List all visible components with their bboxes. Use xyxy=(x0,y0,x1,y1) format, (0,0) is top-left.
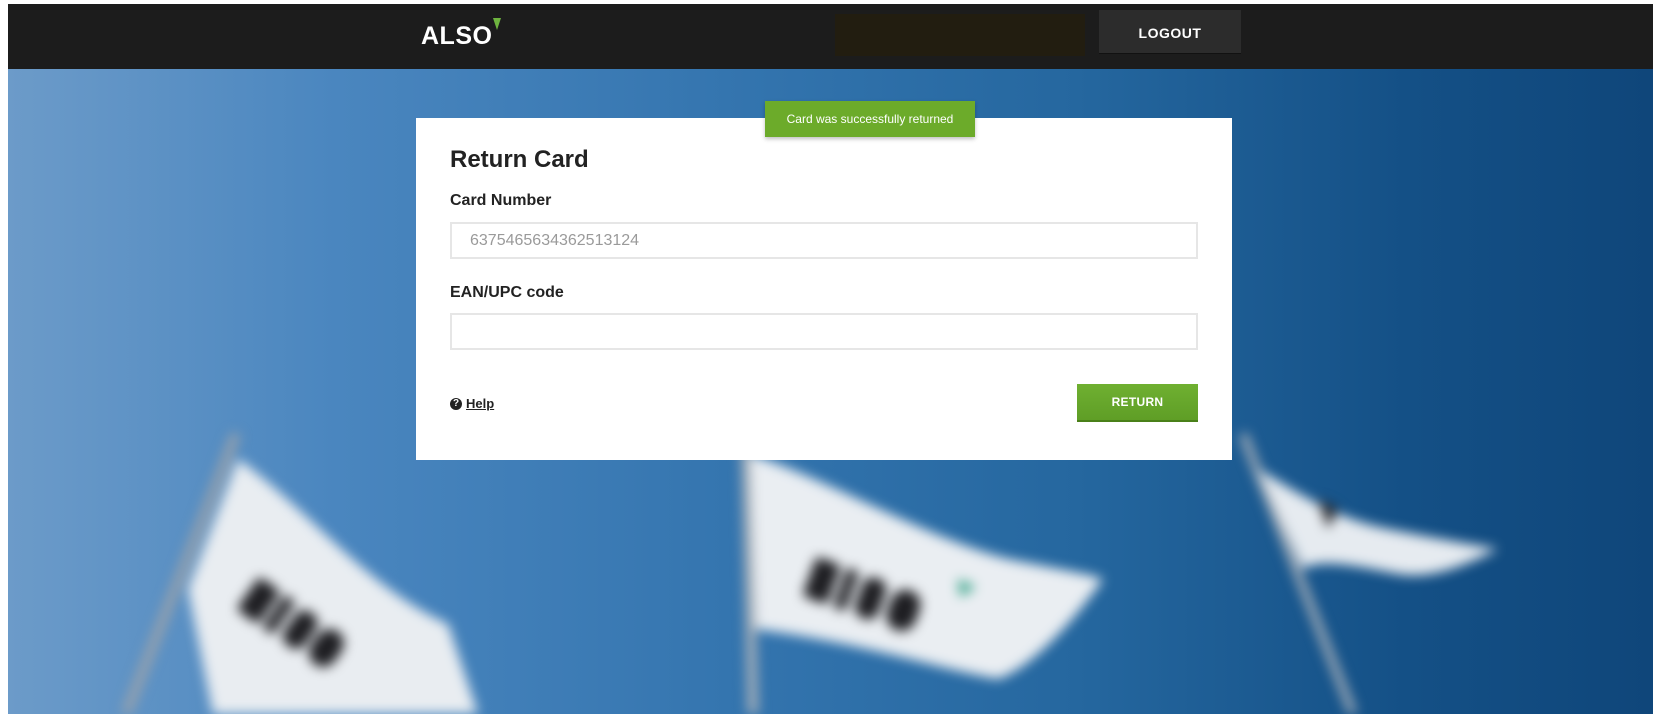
triangle-logo-icon xyxy=(493,18,502,30)
also-logo[interactable]: ALSO xyxy=(421,18,502,54)
success-notification: Card was successfully returned xyxy=(765,101,975,137)
logo-text: ALSO xyxy=(421,22,493,50)
card-number-input[interactable] xyxy=(450,222,1198,259)
help-link-group[interactable]: ? Help xyxy=(450,396,494,411)
top-navigation-bar: ALSO LOGOUT xyxy=(8,4,1653,69)
logout-button[interactable]: LOGOUT xyxy=(1099,10,1241,54)
ean-upc-input[interactable] xyxy=(450,313,1198,350)
page-title: Return Card xyxy=(450,146,589,173)
card-number-label: Card Number xyxy=(450,192,552,209)
app-frame: ALSO LOGOUT Card was successfully return… xyxy=(8,4,1653,714)
help-link[interactable]: Help xyxy=(466,396,494,411)
user-info-box xyxy=(835,14,1085,56)
ean-upc-label: EAN/UPC code xyxy=(450,284,564,301)
question-circle-icon: ? xyxy=(450,397,462,410)
return-button[interactable]: RETURN xyxy=(1077,384,1198,422)
return-card-form: Return Card Card Number EAN/UPC code ? H… xyxy=(416,118,1232,460)
